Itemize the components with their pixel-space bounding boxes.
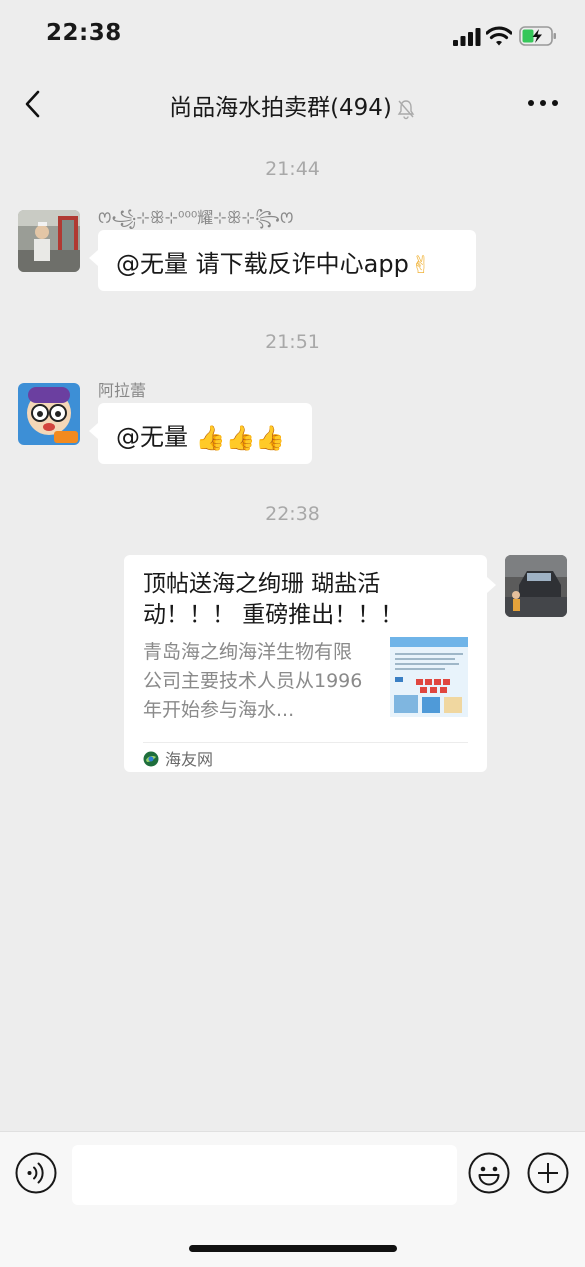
sender-name: 阿拉蕾 (98, 381, 147, 400)
status-time: 22:38 (46, 20, 122, 46)
avatar-self[interactable] (505, 555, 567, 617)
message-text: @无量 请下载反诈中心app✌ (116, 244, 431, 279)
link-card-source-name: 海友网 (165, 750, 214, 769)
link-card-source: 海友网 (143, 746, 213, 770)
link-card-thumbnail (390, 637, 468, 717)
timestamp: 21:51 (265, 331, 320, 353)
wifi-icon (486, 26, 512, 46)
timestamp: 22:38 (265, 503, 320, 525)
more-icon[interactable] (527, 98, 559, 108)
battery-charging-icon (519, 26, 556, 46)
link-card-title: 顶帖送海之绚珊 瑚盐活动！！！ 重磅推出！！！ (143, 571, 404, 628)
cellular-signal-icon (453, 28, 481, 46)
link-card-description: 青岛海之绚海洋生物有限公司主要技术人员从1996 年开始参与海水... (143, 641, 363, 721)
thumbs-up-emoji: 👍👍👍 (195, 424, 286, 452)
message-input[interactable] (72, 1145, 457, 1205)
link-card[interactable]: 顶帖送海之绚珊 瑚盐活动！！！ 重磅推出！！！ 青岛海之绚海洋生物有限公司主要技… (124, 555, 496, 772)
message-text-body: @无量 (116, 423, 196, 451)
globe-icon (143, 751, 159, 767)
voice-input-icon[interactable] (15, 1152, 57, 1194)
chat-title: 尚品海水拍卖群(494) (169, 95, 392, 121)
timestamp: 21:44 (265, 158, 320, 180)
home-indicator[interactable] (189, 1245, 397, 1252)
message-text-body: @无量 请下载反诈中心app (116, 250, 409, 278)
status-bar: 22:38 (0, 0, 585, 74)
victory-emoji: ✌ (410, 251, 431, 279)
emoji-icon[interactable] (468, 1152, 510, 1194)
message-bubble[interactable]: @无量 👍👍👍 (89, 403, 312, 464)
message-bubble[interactable]: @无量 请下载反诈中心app✌ (89, 230, 476, 291)
plus-icon[interactable] (527, 1152, 569, 1194)
avatar[interactable] (18, 210, 80, 272)
mute-icon (397, 99, 415, 119)
message-text: @无量 👍👍👍 (116, 417, 285, 452)
link-card-divider (143, 742, 468, 743)
avatar[interactable] (18, 383, 80, 445)
nav-bar: 尚品海水拍卖群(494) (0, 74, 585, 134)
nav-title-wrap: 尚品海水拍卖群(494) (0, 88, 585, 122)
